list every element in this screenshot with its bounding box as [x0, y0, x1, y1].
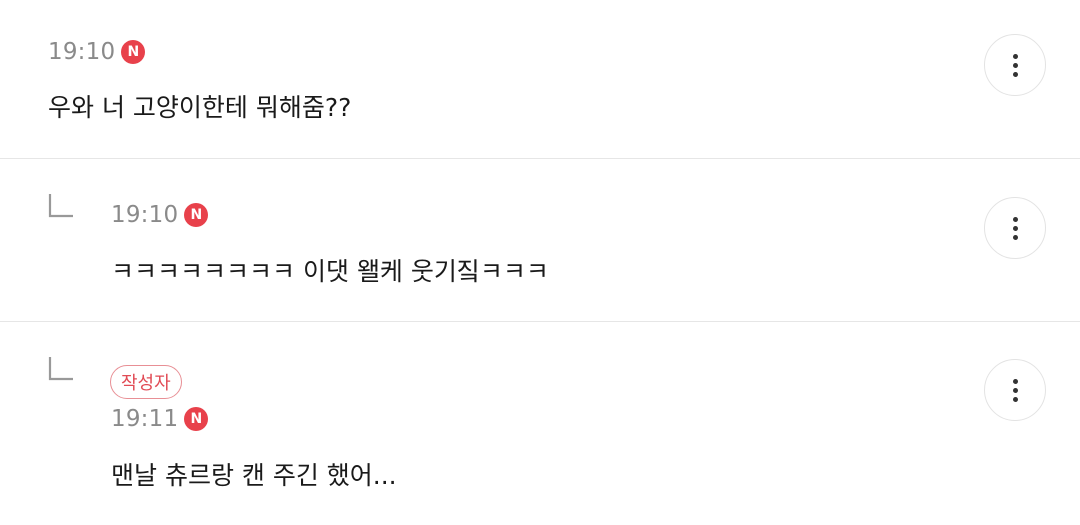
reply-arrow-icon — [48, 356, 73, 381]
more-vertical-icon-dot — [1012, 387, 1018, 393]
more-options-button[interactable] — [984, 359, 1046, 421]
more-vertical-icon-dot — [1012, 225, 1018, 231]
comment-time: 19:10 — [48, 39, 116, 65]
comment-meta: 19:10 N — [111, 201, 209, 229]
new-badge: N — [121, 40, 146, 64]
comment-text: ㅋㅋㅋㅋㅋㅋㅋㅋ 이댓 왤케 웃기짘ㅋㅋㅋ — [111, 257, 549, 286]
more-vertical-icon-dot — [1012, 62, 1018, 68]
comment-meta: 19:11 N — [111, 405, 209, 433]
comment-meta: 19:10 N — [48, 38, 146, 66]
more-vertical-icon — [1012, 378, 1018, 384]
author-badge: 작성자 — [110, 365, 182, 399]
comment-time: 19:10 — [111, 202, 179, 228]
reply-comment-item: 작성자 19:11 N 맨날 츄르랑 캔 주긴 했어... — [0, 322, 1080, 525]
new-badge: N — [184, 203, 209, 227]
more-vertical-icon-dot — [1012, 396, 1018, 402]
comment-text: 맨날 츄르랑 캔 주긴 했어... — [111, 461, 397, 490]
more-vertical-icon — [1012, 216, 1018, 222]
more-vertical-icon-dot — [1012, 71, 1018, 77]
more-vertical-icon — [1012, 53, 1018, 59]
reply-arrow-icon — [48, 193, 73, 218]
more-options-button[interactable] — [984, 34, 1046, 96]
comment-text: 우와 너 고양이한테 뭐해줌?? — [48, 93, 352, 122]
more-vertical-icon-dot — [1012, 234, 1018, 240]
new-badge: N — [184, 407, 209, 431]
more-options-button[interactable] — [984, 197, 1046, 259]
reply-comment-item: 19:10 N ㅋㅋㅋㅋㅋㅋㅋㅋ 이댓 왤케 웃기짘ㅋㅋㅋ — [0, 159, 1080, 321]
comment-item: 19:10 N 우와 너 고양이한테 뭐해줌?? — [0, 0, 1080, 158]
comment-time: 19:11 — [111, 406, 179, 432]
